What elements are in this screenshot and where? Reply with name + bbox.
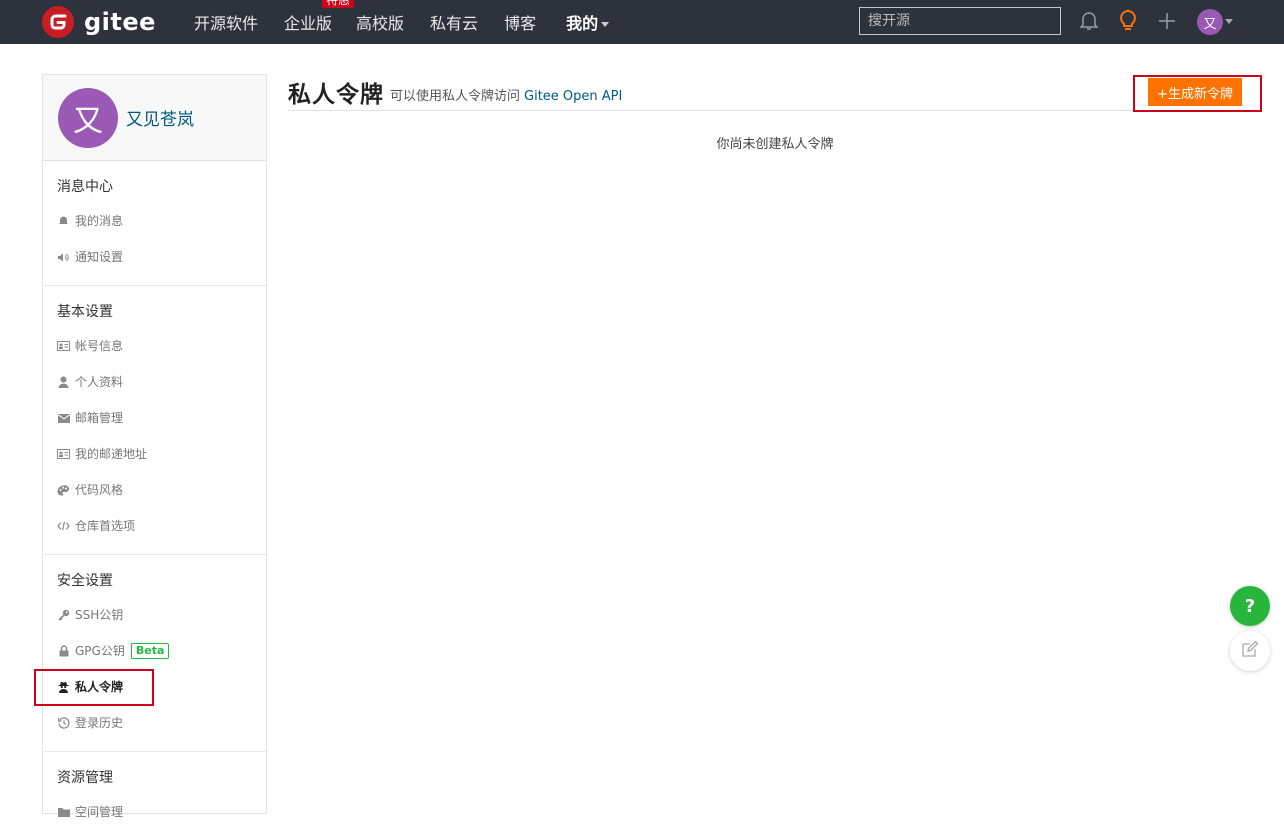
section-title: 安全设置 bbox=[57, 573, 113, 589]
user-avatar[interactable]: 又 bbox=[1197, 9, 1223, 35]
sidebar-item-label: 我的邮递地址 bbox=[75, 447, 148, 461]
avatar[interactable]: 又 bbox=[58, 87, 118, 148]
nav-label: 博客 bbox=[504, 14, 537, 33]
edit-icon bbox=[1241, 640, 1259, 662]
page-subtitle: 可以使用私人令牌访问 Gitee Open API bbox=[390, 85, 622, 104]
sidebar-item-account-info[interactable]: 帐号信息 bbox=[43, 328, 266, 364]
bell-icon bbox=[57, 215, 70, 228]
chevron-down-icon bbox=[601, 22, 610, 27]
page-title: 私人令牌 bbox=[288, 82, 384, 108]
section-message-center: 消息中心 我的消息 通知设置 bbox=[43, 161, 266, 286]
nav-open-source[interactable]: 开源软件 bbox=[194, 10, 258, 34]
section-title: 基本设置 bbox=[57, 304, 113, 320]
page-header: 私人令牌 可以使用私人令牌访问 Gitee Open API +生成新令牌 bbox=[288, 74, 1262, 111]
lightbulb-icon[interactable] bbox=[1117, 10, 1139, 32]
search-input[interactable] bbox=[859, 7, 1061, 35]
history-icon bbox=[57, 717, 70, 730]
main-content: 私人令牌 可以使用私人令牌访问 Gitee Open API +生成新令牌 你尚未… bbox=[288, 74, 1262, 152]
nav-blog[interactable]: 博客 bbox=[504, 10, 536, 34]
address-card-icon bbox=[57, 448, 70, 461]
sidebar-item-space-management[interactable]: 空间管理 bbox=[43, 794, 266, 830]
nav-label: 开源软件 bbox=[194, 14, 259, 33]
palette-icon bbox=[57, 484, 70, 497]
sidebar-item-email-management[interactable]: 邮箱管理 bbox=[43, 400, 266, 436]
main-nav: 开源软件 企业版 特惠 高校版 私有云 博客 我的 bbox=[194, 0, 635, 44]
sidebar-item-label: 个人资料 bbox=[75, 375, 124, 389]
speaker-icon bbox=[57, 251, 70, 264]
gitee-logo-icon bbox=[42, 6, 74, 38]
envelope-icon bbox=[57, 412, 70, 425]
sidebar-item-repo-preferences[interactable]: 仓库首选项 bbox=[43, 508, 266, 544]
nav-label: 企业版 bbox=[284, 14, 333, 33]
key-icon bbox=[57, 609, 70, 622]
sidebar-item-label: 代码风格 bbox=[75, 483, 124, 497]
sidebar-item-personal-tokens[interactable]: 私人令牌 bbox=[43, 669, 266, 705]
sidebar-item-login-history[interactable]: 登录历史 bbox=[43, 705, 266, 741]
user-secret-icon bbox=[57, 681, 70, 694]
sidebar-item-mailing-address[interactable]: 我的邮递地址 bbox=[43, 436, 266, 472]
feedback-button[interactable] bbox=[1230, 631, 1270, 671]
sidebar-item-label: 空间管理 bbox=[75, 805, 124, 819]
profile-card: 又 又见苍岚 bbox=[43, 75, 266, 161]
nav-enterprise[interactable]: 企业版 特惠 bbox=[284, 0, 355, 34]
id-card-icon bbox=[57, 340, 70, 353]
beta-badge: Beta bbox=[130, 643, 170, 659]
sidebar-item-label: 帐号信息 bbox=[75, 339, 124, 353]
sidebar-item-my-messages[interactable]: 我的消息 bbox=[43, 203, 266, 239]
sidebar-item-notification-settings[interactable]: 通知设置 bbox=[43, 239, 266, 275]
sidebar-item-label: 私人令牌 bbox=[75, 680, 124, 694]
settings-sidebar: 又 又见苍岚 消息中心 我的消息 通知设置 基本设置 帐号信息 个人资料 邮箱管… bbox=[42, 74, 267, 819]
user-icon bbox=[57, 376, 70, 389]
plus-icon[interactable] bbox=[1156, 10, 1178, 32]
sidebar-item-code-style[interactable]: 代码风格 bbox=[43, 472, 266, 508]
help-button[interactable]: ? bbox=[1230, 586, 1270, 626]
bell-icon[interactable] bbox=[1078, 10, 1100, 32]
sidebar-item-label: SSH公钥 bbox=[75, 608, 124, 622]
nav-label: 私有云 bbox=[430, 14, 479, 33]
top-navbar: gitee 开源软件 企业版 特惠 高校版 私有云 博客 我的 又 bbox=[0, 0, 1284, 44]
nav-private-cloud[interactable]: 私有云 bbox=[430, 10, 478, 34]
sidebar-item-label: 仓库首选项 bbox=[75, 519, 136, 533]
sidebar-item-label: 邮箱管理 bbox=[75, 411, 124, 425]
subtitle-text: 可以使用私人令牌访问 bbox=[390, 88, 521, 104]
section-title: 资源管理 bbox=[57, 770, 113, 786]
logo-text: gitee bbox=[84, 8, 156, 36]
nav-label: 我的 bbox=[566, 14, 599, 33]
sidebar-item-label: 通知设置 bbox=[75, 250, 124, 264]
sidebar-item-label: GPG公钥 bbox=[75, 644, 125, 658]
chevron-down-icon[interactable] bbox=[1225, 19, 1233, 24]
section-security-settings: 安全设置 SSH公钥 GPG公钥 Beta 私人令牌 登录历史 bbox=[43, 555, 266, 752]
section-resource-management: 资源管理 空间管理 bbox=[43, 752, 266, 840]
nav-label: 高校版 bbox=[356, 14, 405, 33]
folder-icon bbox=[57, 806, 70, 819]
nav-university[interactable]: 高校版 bbox=[356, 10, 404, 34]
sidebar-item-profile[interactable]: 个人资料 bbox=[43, 364, 266, 400]
sidebar-item-ssh-keys[interactable]: SSH公钥 bbox=[43, 597, 266, 633]
generate-token-button[interactable]: +生成新令牌 bbox=[1148, 78, 1242, 106]
sidebar-item-label: 登录历史 bbox=[75, 716, 124, 730]
code-icon bbox=[57, 520, 70, 533]
promo-badge: 特惠 bbox=[322, 0, 355, 8]
nav-mine-dropdown[interactable]: 我的 bbox=[566, 10, 610, 34]
sidebar-item-gpg-keys[interactable]: GPG公钥 Beta bbox=[43, 633, 266, 669]
sidebar-item-label: 我的消息 bbox=[75, 214, 124, 228]
empty-state-text: 你尚未创建私人令牌 bbox=[716, 137, 834, 152]
lock-icon bbox=[57, 645, 70, 658]
section-title: 消息中心 bbox=[57, 179, 113, 195]
open-api-link[interactable]: Gitee Open API bbox=[524, 89, 622, 104]
profile-name[interactable]: 又见苍岚 bbox=[126, 105, 194, 130]
section-basic-settings: 基本设置 帐号信息 个人资料 邮箱管理 我的邮递地址 代码风格 仓库首选项 bbox=[43, 286, 266, 555]
gitee-logo[interactable]: gitee bbox=[42, 5, 156, 39]
